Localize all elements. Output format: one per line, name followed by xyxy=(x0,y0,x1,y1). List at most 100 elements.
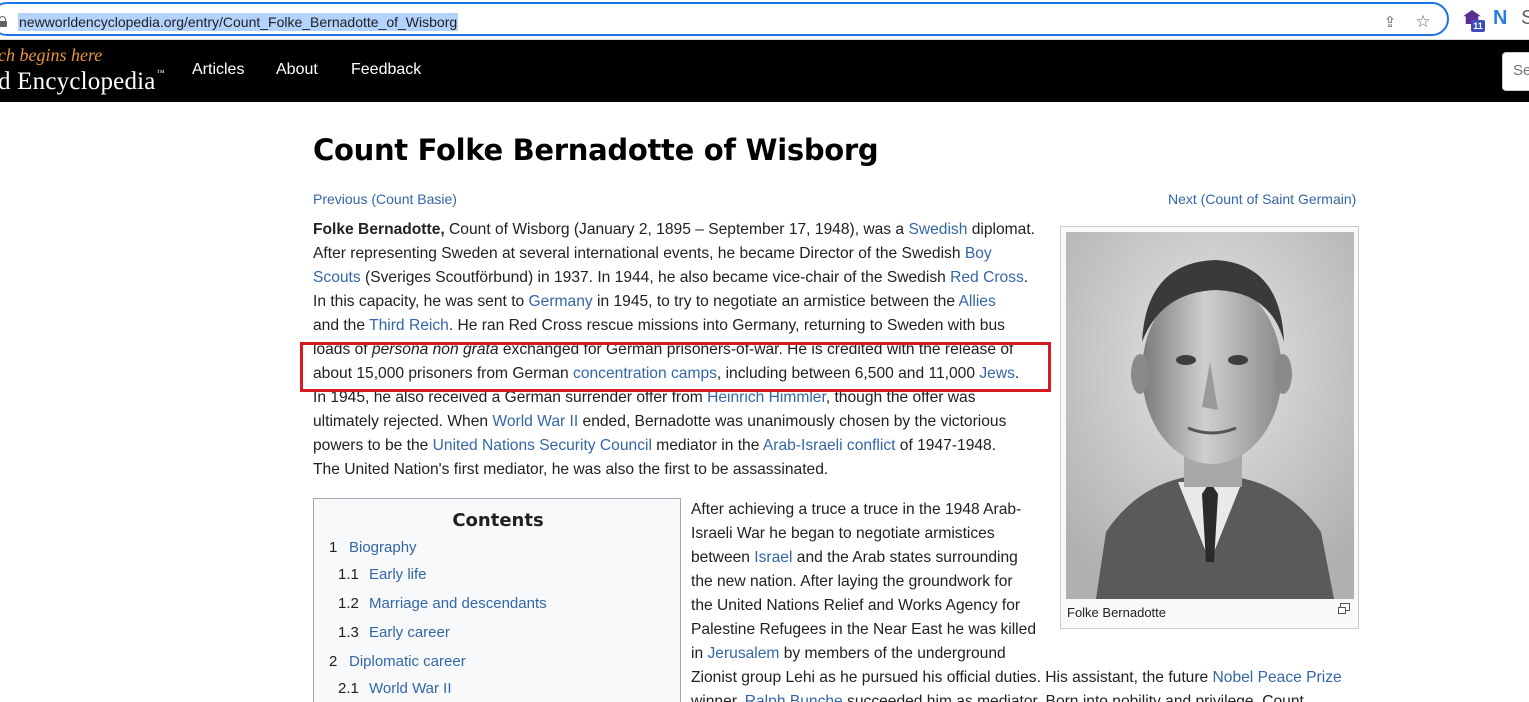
extension-n-icon[interactable]: N xyxy=(1493,7,1507,30)
text-segment: the United Nations Relief and Works Agen… xyxy=(691,597,1021,614)
nav-feedback[interactable]: Feedback xyxy=(351,61,421,79)
text-line: the United Nations Relief and Works Agen… xyxy=(691,594,1342,618)
text-segment: succeeded him as mediator. Born into nob… xyxy=(842,693,1304,702)
text-segment: The United Nation's first mediator, he w… xyxy=(313,461,829,478)
text-line: and the Third Reich. He ran Red Cross re… xyxy=(313,314,1055,338)
browser-toolbar: newworldencyclopedia.org/entry/Count_Fol… xyxy=(0,0,1529,40)
toc-item[interactable]: 1.2 Marriage and descendants xyxy=(338,595,547,612)
toc-link[interactable]: Early career xyxy=(369,624,450,641)
text-line: After achieving a truce a truce in the 1… xyxy=(691,498,1342,522)
article-link[interactable]: Ralph Bunche xyxy=(745,693,843,702)
next-article-link[interactable]: Next (Count of Saint Germain) xyxy=(1168,191,1356,207)
text-segment: . xyxy=(1023,269,1029,286)
toc-item[interactable]: 1.3 Early career xyxy=(338,624,450,641)
text-line: Palestine Refugees in the Near East he w… xyxy=(691,618,1342,642)
text-segment: Israeli War he began to negotiate armist… xyxy=(691,525,995,542)
text-segment: In this capacity, he was sent to xyxy=(313,293,529,310)
text-segment: winner, xyxy=(691,693,745,702)
toc-title: Contents xyxy=(452,510,544,531)
nav-articles[interactable]: Articles xyxy=(192,61,244,79)
search-box[interactable] xyxy=(1502,52,1529,91)
lock-icon[interactable] xyxy=(0,16,7,27)
toc-link[interactable]: Early life xyxy=(369,566,427,583)
toc-link[interactable]: World War II xyxy=(369,680,452,697)
toc-link[interactable]: Diplomatic career xyxy=(349,653,466,670)
extension-school-icon[interactable]: 11 xyxy=(1462,8,1486,32)
text-segment: diplomat. xyxy=(967,221,1036,238)
share-icon[interactable]: ⇪ xyxy=(1381,14,1399,32)
text-line: the new nation. After laying the groundw… xyxy=(691,570,1342,594)
site-tagline: ch begins here xyxy=(0,45,103,65)
text-segment: and the Arab states surrounding xyxy=(792,549,1018,566)
text-line: Zionist group Lehi as he pursued his off… xyxy=(691,666,1342,690)
text-line: powers to be the United Nations Security… xyxy=(313,434,1055,458)
article-link[interactable]: World War II xyxy=(492,413,578,430)
toc-item[interactable]: 1.1 Early life xyxy=(338,566,427,583)
article-link[interactable]: Israel xyxy=(754,549,792,566)
text-line: Folke Bernadotte, Count of Wisborg (Janu… xyxy=(313,218,1055,242)
nav-about[interactable]: About xyxy=(276,61,318,79)
toc-number: 1.3 xyxy=(338,624,359,641)
text-line: Scouts (Sveriges Scoutförbund) in 1937. … xyxy=(313,266,1055,290)
text-segment: After representing Sweden at several int… xyxy=(313,245,965,262)
site-header: ch begins here d Encyclopedia™ Articles … xyxy=(0,40,1529,102)
text-line: in Jerusalem by members of the undergrou… xyxy=(691,642,1342,666)
text-segment: and the xyxy=(313,317,370,334)
text-segment: the new nation. After laying the groundw… xyxy=(691,573,1013,590)
table-of-contents: Contents 1 Biography 1.1 Early life 1.2 Mar… xyxy=(313,498,681,702)
text-segment: powers to be the xyxy=(313,437,433,454)
body-paragraph: After achieving a truce a truce in the 1… xyxy=(691,498,1342,702)
toc-item[interactable]: 1 Biography xyxy=(329,539,417,556)
red-highlight-annotation xyxy=(300,342,1051,392)
article-link[interactable]: Swedish xyxy=(908,221,967,238)
search-input[interactable] xyxy=(1513,62,1529,79)
toc-number: 1.2 xyxy=(338,595,359,612)
url-text[interactable]: newworldencyclopedia.org/entry/Count_Fol… xyxy=(18,13,459,31)
previous-article-link[interactable]: Previous (Count Basie) xyxy=(313,191,457,207)
article-link[interactable]: Arab-Israeli conflict xyxy=(763,437,896,454)
site-logo[interactable]: d Encyclopedia™ xyxy=(0,68,165,96)
text-segment: in 1945, to try to negotiate an armistic… xyxy=(592,293,959,310)
article-link[interactable]: Nobel Peace Prize xyxy=(1213,669,1342,686)
article-link[interactable]: Germany xyxy=(529,293,593,310)
text-segment: ended, Bernadotte was unanimously chosen… xyxy=(578,413,1007,430)
text-line: Israeli War he began to negotiate armist… xyxy=(691,522,1342,546)
article-link[interactable]: Third Reich xyxy=(369,317,449,334)
text-segment: between xyxy=(691,549,755,566)
toc-number: 2.1 xyxy=(338,680,359,697)
toc-item[interactable]: 2.1 World War II xyxy=(338,680,452,697)
text-line: ultimately rejected. When World War II e… xyxy=(313,410,1055,434)
text-line: In this capacity, he was sent to Germany… xyxy=(313,290,1055,314)
text-line: between Israel and the Arab states surro… xyxy=(691,546,1342,570)
text-segment: Palestine Refugees in the Near East he w… xyxy=(691,621,1036,638)
article-link[interactable]: Allies xyxy=(959,293,996,310)
extension-puzzle-icon[interactable]: S xyxy=(1521,7,1529,30)
text-segment: (Sveriges Scoutförbund) in 1937. In 1944… xyxy=(360,269,951,286)
article-link[interactable]: Scouts xyxy=(313,269,361,286)
page-title: Count Folke Bernadotte of Wisborg xyxy=(313,133,879,167)
text-line: The United Nation's first mediator, he w… xyxy=(313,458,1055,482)
address-bar[interactable]: newworldencyclopedia.org/entry/Count_Fol… xyxy=(0,2,1449,36)
text-segment: Zionist group Lehi as he pursued his off… xyxy=(691,669,1213,686)
bold-text: Folke Bernadotte, xyxy=(313,221,445,238)
article-link[interactable]: United Nations Security Council xyxy=(433,437,652,454)
toc-item[interactable]: 2 Diplomatic career xyxy=(329,653,466,670)
text-segment: by members of the underground xyxy=(779,645,1006,662)
brand-text: d Encyclopedia xyxy=(0,68,156,95)
text-line: After representing Sweden at several int… xyxy=(313,242,1055,266)
text-segment: mediator in the xyxy=(651,437,763,454)
text-segment: in xyxy=(691,645,708,662)
text-segment: of 1947-1948. xyxy=(895,437,997,454)
toc-link[interactable]: Biography xyxy=(349,539,417,556)
toc-number: 2 xyxy=(329,653,338,670)
text-segment: After achieving a truce a truce in the 1… xyxy=(691,501,1022,518)
bookmark-star-icon[interactable]: ☆ xyxy=(1414,13,1432,31)
text-line: winner, Ralph Bunche succeeded him as me… xyxy=(691,690,1342,702)
toc-link[interactable]: Marriage and descendants xyxy=(369,595,547,612)
article-link[interactable]: Red Cross xyxy=(950,269,1024,286)
text-segment: Count of Wisborg (January 2, 1895 – Sept… xyxy=(444,221,909,238)
text-segment: ultimately rejected. When xyxy=(313,413,493,430)
toc-number: 1.1 xyxy=(338,566,359,583)
article-link[interactable]: Boy xyxy=(965,245,992,262)
article-link[interactable]: Jerusalem xyxy=(707,645,779,662)
